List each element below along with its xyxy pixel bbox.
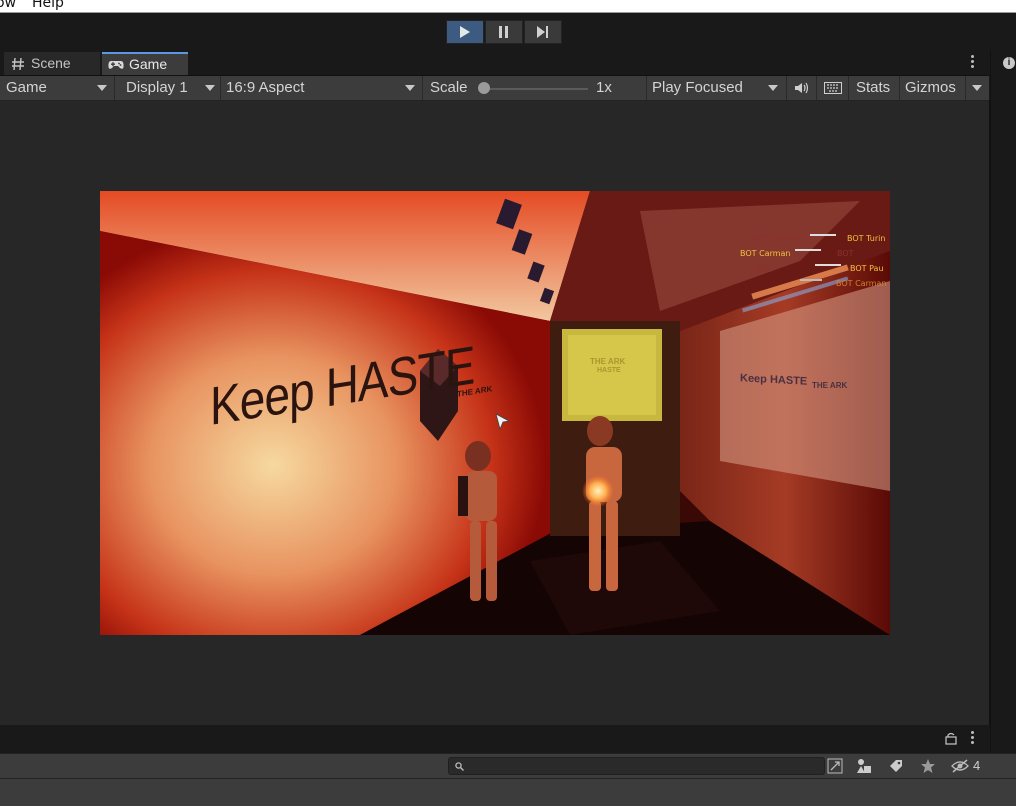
killfeed: BOT Johnson BOT Turin BOT Carman BOT JDS…	[740, 234, 890, 294]
speaker-icon	[795, 82, 809, 94]
play-mode-value: Play Focused	[652, 79, 743, 96]
hidden-packages-toggle[interactable]: 4	[950, 757, 986, 775]
panel-menu-icon[interactable]	[969, 730, 975, 746]
tab-scene[interactable]: Scene	[4, 52, 100, 75]
shortcuts-button[interactable]	[817, 76, 849, 100]
gizmos-button[interactable]: Gizmos	[900, 76, 966, 100]
hash-icon	[12, 57, 24, 71]
pause-button[interactable]	[485, 20, 523, 44]
scale-value: 1x	[596, 79, 612, 96]
killfeed-victim: BOT Pau	[850, 264, 884, 273]
game-viewport[interactable]: Keep HASTE THE ARK Keep HASTE THE ARK TH…	[100, 191, 890, 635]
killfeed-killer: BOT Carman	[740, 249, 791, 258]
killfeed-victim: BOT Turin	[847, 234, 886, 243]
killfeed-victim: BOT Carman	[836, 279, 887, 288]
tab-label: Scene	[31, 55, 71, 71]
project-toolbar: 4	[0, 753, 1016, 778]
menu-bar: ow Help	[0, 0, 1016, 13]
rifle-icon	[810, 234, 836, 241]
gamepad-icon	[108, 61, 124, 69]
display-value: Display 1	[126, 79, 188, 96]
killfeed-row: BOT Carman	[740, 279, 890, 294]
gizmos-dropdown[interactable]	[966, 76, 989, 100]
rifle-icon	[815, 264, 841, 271]
step-icon	[537, 26, 548, 38]
play-mode-dropdown[interactable]: Play Focused	[647, 76, 787, 100]
killfeed-row: BOT Carman BOT	[740, 249, 890, 264]
chevron-down-icon	[405, 85, 415, 91]
rifle-icon	[795, 249, 821, 256]
display-dropdown[interactable]: Display 1	[115, 76, 221, 100]
killfeed-killer: BOT Johnson	[752, 234, 803, 243]
search-icon	[455, 762, 464, 771]
view-mode-value: Game	[6, 79, 47, 96]
pause-icon	[499, 26, 508, 38]
menu-item-help[interactable]: Help	[32, 0, 64, 11]
eye-slash-icon	[951, 759, 969, 773]
aspect-dropdown[interactable]: 16:9 Aspect	[221, 76, 423, 100]
search-type-icon	[827, 758, 843, 774]
keyboard-icon	[824, 82, 842, 94]
soldier-left	[458, 441, 497, 601]
tab-game[interactable]: Game	[102, 52, 188, 75]
killfeed-row: JDS BOT Pau	[740, 264, 890, 279]
play-toolbar	[0, 13, 1016, 51]
chevron-down-icon	[97, 85, 107, 91]
chevron-down-icon	[972, 85, 982, 91]
chevron-down-icon	[768, 85, 778, 91]
killfeed-row: BOT Johnson BOT Turin	[740, 234, 890, 249]
killfeed-victim: BOT	[837, 249, 854, 258]
chevron-down-icon	[205, 85, 215, 91]
shapes-icon	[857, 759, 871, 773]
stats-label: Stats	[856, 79, 891, 96]
view-mode-dropdown[interactable]: Game	[0, 76, 115, 100]
game-view-toolbar: Game Display 1 16:9 Aspect Scale 1x Play…	[0, 76, 989, 101]
mute-audio-button[interactable]	[787, 76, 817, 100]
lock-icon[interactable]	[945, 732, 957, 745]
gizmos-label: Gizmos	[905, 79, 956, 96]
stats-button[interactable]: Stats	[849, 76, 900, 100]
play-icon	[460, 26, 470, 38]
star-icon	[921, 759, 935, 773]
killfeed-killer: JDS	[756, 264, 770, 273]
search-by-type-button[interactable]	[825, 757, 845, 775]
tag-icon	[890, 760, 902, 772]
filter-by-type-button[interactable]	[854, 757, 874, 775]
project-content-area	[0, 778, 1016, 806]
favorites-button[interactable]	[918, 757, 938, 775]
scale-label: Scale	[430, 79, 468, 96]
info-icon[interactable]: i	[1003, 57, 1015, 69]
filter-by-label-button[interactable]	[886, 757, 906, 775]
play-button[interactable]	[446, 20, 484, 44]
soldier-right	[582, 416, 622, 591]
hidden-count: 4	[973, 758, 981, 773]
tab-label: Game	[129, 56, 168, 72]
search-field[interactable]	[448, 757, 825, 775]
tab-menu-icon[interactable]	[969, 54, 975, 70]
right-dock-panel	[990, 51, 1016, 805]
scale-slider-handle[interactable]	[478, 82, 490, 94]
project-panel-header	[0, 725, 989, 753]
step-button[interactable]	[524, 20, 562, 44]
cursor-icon	[495, 413, 511, 431]
scale-slider-track[interactable]	[485, 88, 588, 90]
aspect-value: 16:9 Aspect	[226, 79, 305, 96]
rifle-icon	[800, 279, 822, 286]
editor-tab-strip: Scene Game	[0, 51, 989, 76]
menu-item-window[interactable]: ow	[0, 0, 16, 11]
